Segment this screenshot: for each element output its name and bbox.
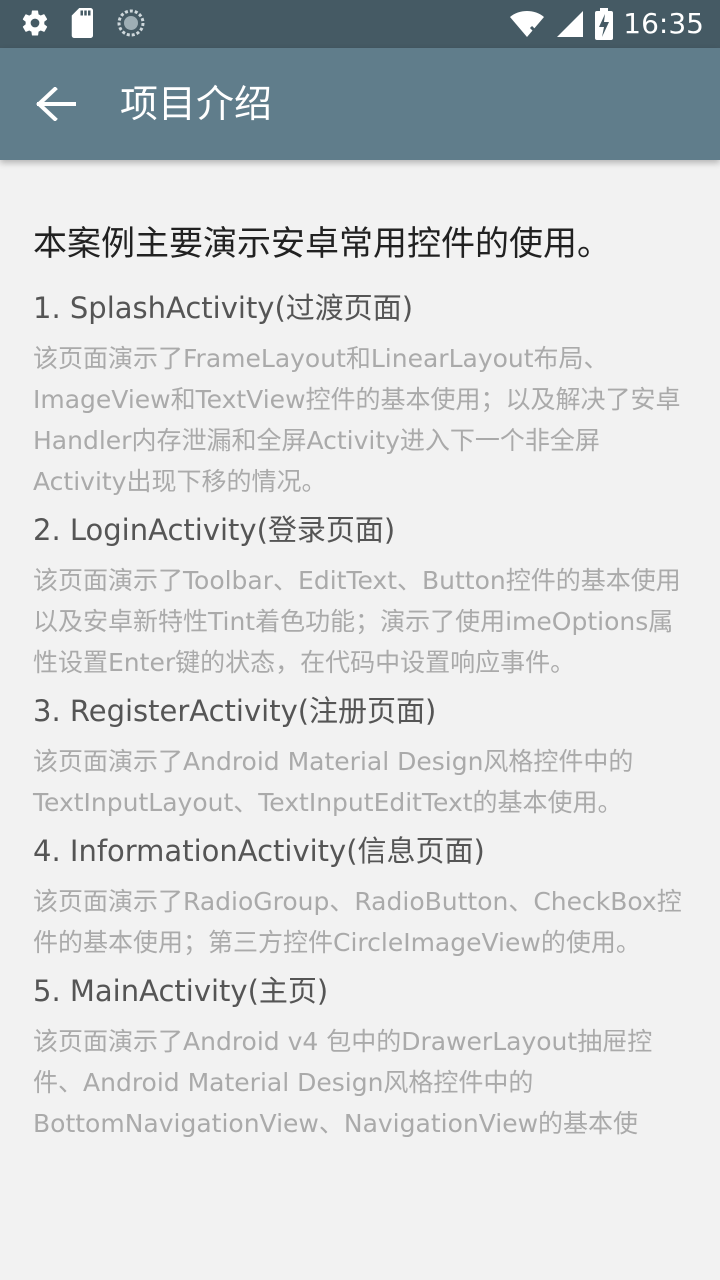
section-register: 3. RegisterActivity(注册页面) 该页面演示了Android … xyxy=(33,691,693,823)
section-title: 5. MainActivity(主页) xyxy=(33,974,329,1008)
section-title: 2. LoginActivity(登录页面) xyxy=(33,513,396,547)
battery-charging-icon xyxy=(595,8,614,40)
page-title: 项目介绍 xyxy=(120,82,273,126)
intro-content: 本案例主要演示安卓常用控件的使用。 1. SplashActivity(过渡页面… xyxy=(33,220,693,1152)
section-splash: 1. SplashActivity(过渡页面) 该页面演示了FrameLayou… xyxy=(33,288,693,502)
toolbar: 项目介绍 xyxy=(0,48,720,160)
section-desc: 该页面演示了Toolbar、EditText、Button控件的基本使用以及安卓… xyxy=(33,566,681,677)
section-title: 3. RegisterActivity(注册页面) xyxy=(33,694,437,728)
arrow-left-icon xyxy=(36,87,76,121)
section-main: 5. MainActivity(主页) 该页面演示了Android v4 包中的… xyxy=(33,971,693,1144)
wifi-icon xyxy=(509,9,545,39)
section-login: 2. LoginActivity(登录页面) 该页面演示了Toolbar、Edi… xyxy=(33,510,693,683)
section-title: 4. InformationActivity(信息页面) xyxy=(33,834,485,868)
intro-heading: 本案例主要演示安卓常用控件的使用。 xyxy=(33,224,611,264)
signal-icon xyxy=(555,9,585,39)
status-bar: 16:35 xyxy=(0,0,720,48)
section-title: 1. SplashActivity(过渡页面) xyxy=(33,291,414,325)
sync-icon xyxy=(116,8,146,38)
back-button[interactable] xyxy=(26,76,86,132)
status-time: 16:35 xyxy=(623,7,704,40)
sd-card-icon xyxy=(70,8,96,38)
section-information: 4. InformationActivity(信息页面) 该页面演示了Radio… xyxy=(33,831,693,963)
section-desc: 该页面演示了FrameLayout和LinearLayout布局、ImageVi… xyxy=(33,344,681,496)
section-desc: 该页面演示了Android v4 包中的DrawerLayout抽屉控件、And… xyxy=(33,1027,653,1138)
gear-icon xyxy=(20,8,50,38)
section-desc: 该页面演示了RadioGroup、RadioButton、CheckBox控件的… xyxy=(33,887,682,957)
section-desc: 该页面演示了Android Material Design风格控件中的TextI… xyxy=(33,747,634,817)
